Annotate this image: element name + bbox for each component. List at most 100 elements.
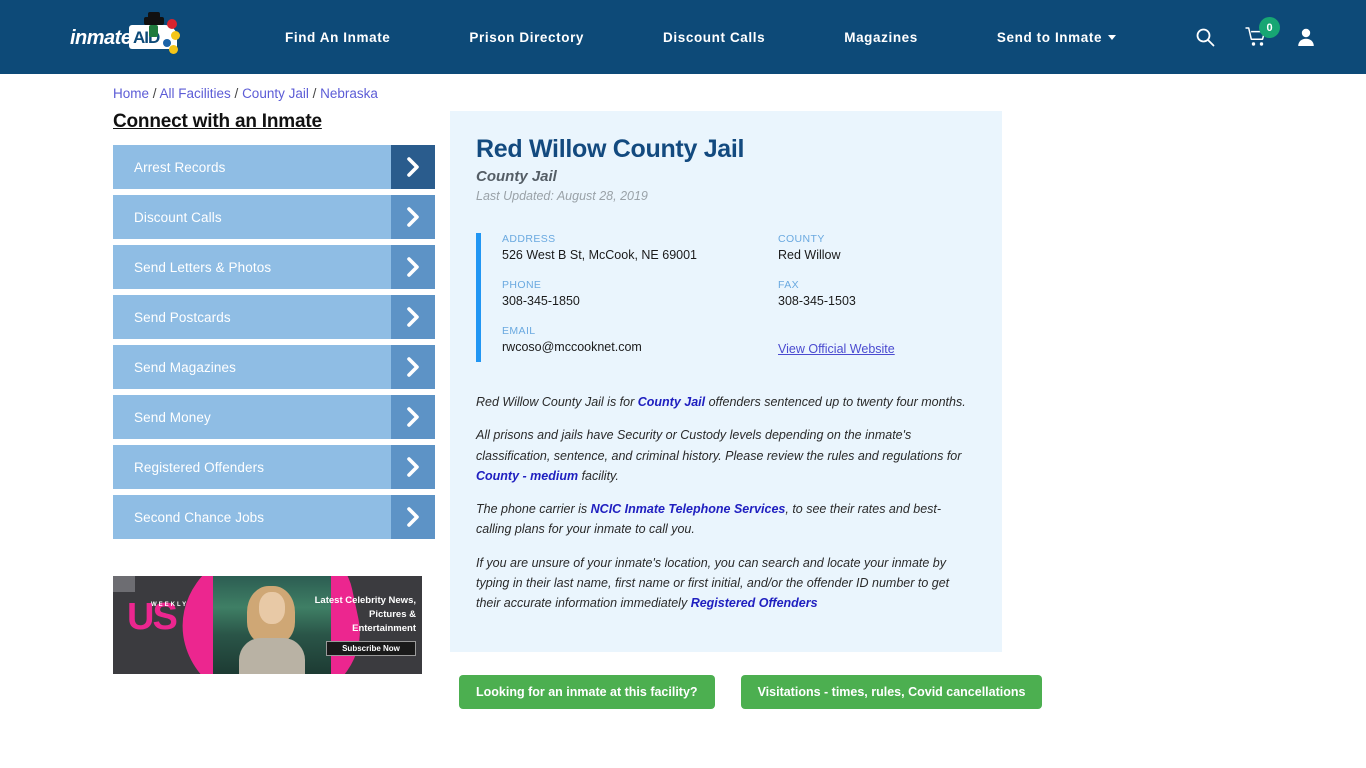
sidebar-item-label: Discount Calls [134,209,222,225]
sidebar-item-label: Send Letters & Photos [134,259,272,275]
sidebar-item-send-money[interactable]: Send Money [113,395,435,439]
field-value: 308-345-1850 [502,294,580,308]
chevron-right-icon [391,345,435,389]
paragraph-2: All prisons and jails have Security or C… [476,425,974,486]
breadcrumb-item-home[interactable]: Home [113,86,149,101]
page-title: Red Willow County Jail [476,135,745,163]
nav-label: Discount Calls [663,29,766,45]
logo-dot-yellow-icon [171,31,180,40]
field-value: rwcoso@mccooknet.com [502,340,642,354]
paragraph-1-text-b: offenders sentenced up to twenty four mo… [705,395,966,409]
field-address: ADDRESS 526 West B St, McCook, NE 69001 [502,233,778,262]
site-header: inmate AID Find An Inmate Prison Directo… [0,0,1366,74]
nav-item-magazines[interactable]: Magazines [844,30,918,45]
facility-type: County Jail [476,168,557,185]
field-value: 526 West B St, McCook, NE 69001 [502,248,698,262]
sidebar-item-discount-calls[interactable]: Discount Calls [113,195,435,239]
ad-photo-face [259,592,285,624]
chevron-right-icon [391,195,435,239]
link-registered-offenders[interactable]: Registered Offenders [691,596,818,610]
field-label: ADDRESS [502,233,556,245]
breadcrumb: Home / All Facilities / County Jail / Ne… [113,74,1366,101]
logo-wrap: inmate AID [70,12,192,57]
paragraph-1-text-a: Red Willow County Jail is for [476,395,638,409]
paragraph-2-text-b: facility. [578,468,619,483]
looking-for-inmate-button[interactable]: Looking for an inmate at this facility? [459,675,715,710]
breadcrumb-item-county-jail[interactable]: County Jail [242,86,309,101]
nav-label: Send to Inmate [996,29,1103,45]
paragraph-3-text-a: The phone carrier is [476,502,591,516]
logo-dot-yellow2-icon [169,45,178,54]
sidebar-item-label: Send Postcards [134,309,231,325]
sidebar-item-send-postcards[interactable]: Send Postcards [113,295,435,339]
field-label: EMAIL [502,325,536,337]
sidebar-item-registered-offenders[interactable]: Registered Offenders [113,445,435,489]
field-fax: FAX 308-345-1503 [778,279,974,308]
sidebar-item-label: Second Chance Jobs [134,509,265,525]
field-value: View Official Website [778,342,974,356]
field-value: Red Willow [778,248,841,262]
chevron-right-icon [391,495,435,539]
facility-panel: Red Willow County Jail County Jail Last … [450,111,1002,653]
facility-description: Red Willow County Jail is for County Jai… [476,392,974,613]
nav-item-send-to-inmate[interactable]: Send to Inmate [996,29,1117,45]
visitations-button[interactable]: Visitations - times, rules, Covid cancel… [740,675,1043,710]
logo-dot-red-icon [167,19,177,29]
sidebar-item-label: Send Money [134,409,211,425]
sidebar-item-label: Registered Offenders [134,459,265,475]
user-icon[interactable] [1297,27,1315,47]
cart-count-badge: 0 [1259,17,1281,38]
breadcrumb-item-nebraska[interactable]: Nebraska [320,86,378,101]
brand-logo[interactable]: inmate AID [70,12,250,57]
paragraph-1: Red Willow County Jail is for County Jai… [476,392,974,412]
sidebar-item-label: Send Magazines [134,359,236,375]
sidebar-item-send-magazines[interactable]: Send Magazines [113,345,435,389]
advertisement-banner[interactable]: US WEEKLY Latest Celebrity News, Picture… [113,576,422,674]
nav-label: Magazines [844,29,918,45]
facility-contact-block: ADDRESS 526 West B St, McCook, NE 69001 … [476,233,974,362]
link-county-jail[interactable]: County Jail [638,395,705,409]
content-columns: Connect with an Inmate Arrest Records Di… [113,111,1366,710]
breadcrumb-item-all-facilities[interactable]: All Facilities [160,86,231,101]
sidebar: Connect with an Inmate Arrest Records Di… [113,111,450,674]
sidebar-item-send-letters-photos[interactable]: Send Letters & Photos [113,245,435,289]
chevron-right-icon [391,245,435,289]
ad-logo-weekly: WEEKLY [151,602,189,608]
field-county: COUNTY Red Willow [778,233,974,262]
nav-label: Find An Inmate [285,29,391,45]
sidebar-item-second-chance-jobs[interactable]: Second Chance Jobs [113,495,435,539]
sidebar-item-label: Arrest Records [134,159,226,175]
link-ncic-telephone-services[interactable]: NCIC Inmate Telephone Services [591,502,786,516]
sidebar-item-arrest-records[interactable]: Arrest Records [113,145,435,189]
sidebar-title: Connect with an Inmate [113,111,322,132]
cart-icon[interactable]: 0 [1245,17,1281,47]
field-label: COUNTY [778,233,825,245]
chevron-right-icon [391,395,435,439]
chevron-down-icon [1108,34,1117,40]
nav-item-find-an-inmate[interactable]: Find An Inmate [285,30,390,45]
ad-subscribe-button[interactable]: Subscribe Now [326,641,416,656]
cta-button-row: Looking for an inmate at this facility? … [450,675,1043,710]
ad-corner-tab [113,576,135,592]
field-label: PHONE [502,279,542,291]
logo-figure-hat-icon [144,12,164,25]
search-icon[interactable] [1195,27,1215,47]
main-navigation: Find An Inmate Prison Directory Discount… [250,30,1195,45]
field-phone: PHONE 308-345-1850 [502,279,778,308]
breadcrumb-separator: / [308,86,321,101]
paragraph-3: The phone carrier is NCIC Inmate Telepho… [476,499,974,540]
breadcrumb-separator: / [149,86,160,101]
official-website-link[interactable]: View Official Website [778,342,895,356]
chevron-right-icon [391,145,435,189]
last-updated-text: Last Updated: August 28, 2019 [476,189,648,203]
breadcrumb-separator: / [230,86,243,101]
link-county-medium[interactable]: County - medium [476,469,578,483]
header-icon-group: 0 [1195,17,1315,47]
field-email: EMAIL rwcoso@mccooknet.com [502,325,778,356]
ad-photo-shirt [239,638,305,674]
page-body: Home / All Facilities / County Jail / Ne… [0,74,1366,710]
nav-label: Prison Directory [469,29,585,45]
logo-text-inmate: inmate [70,27,132,49]
nav-item-discount-calls[interactable]: Discount Calls [663,30,765,45]
nav-item-prison-directory[interactable]: Prison Directory [469,30,584,45]
